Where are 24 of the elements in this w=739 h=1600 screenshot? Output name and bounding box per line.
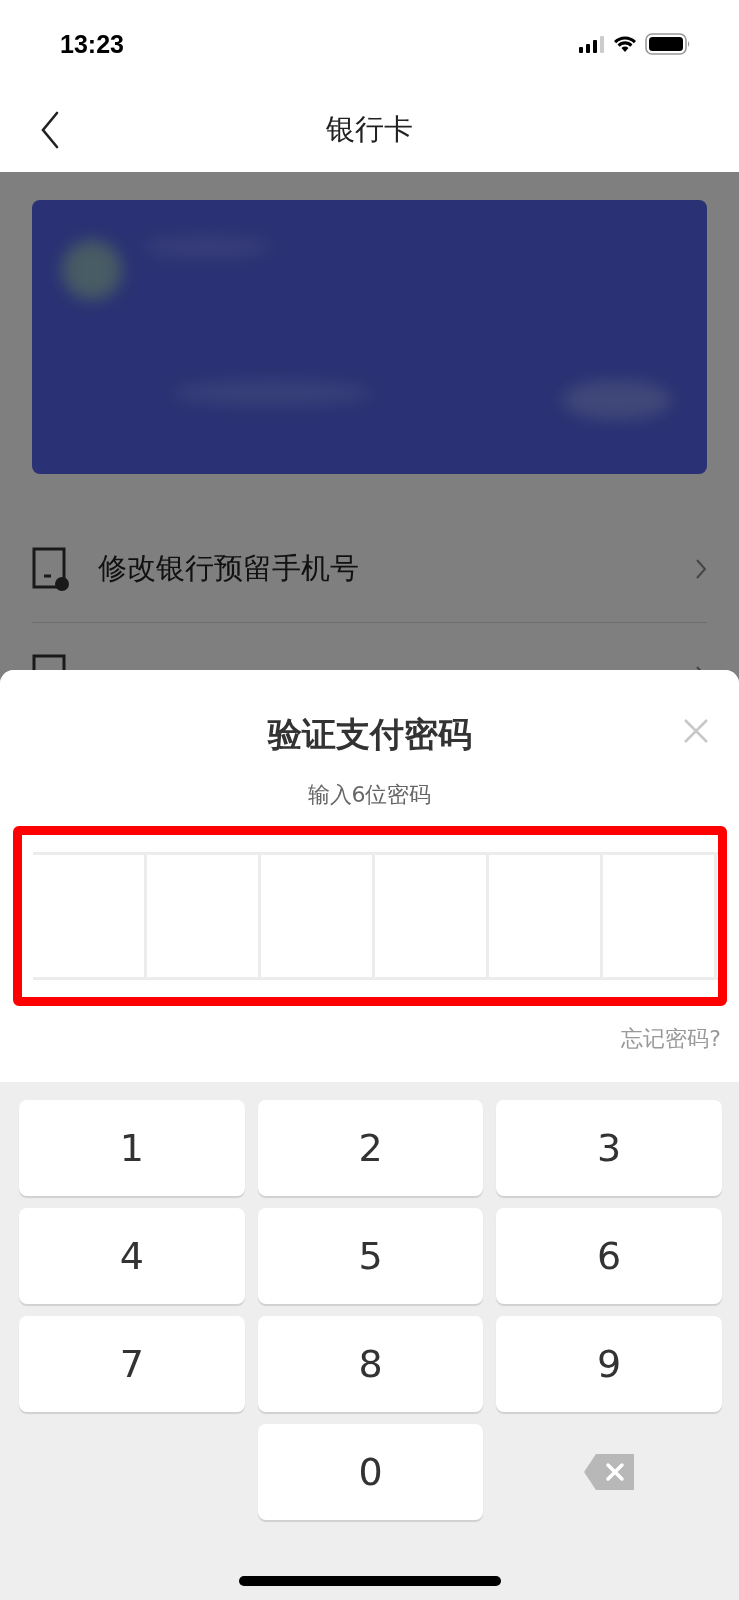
- page-title: 银行卡: [326, 111, 413, 148]
- status-time: 13:23: [60, 29, 124, 59]
- digit-key[interactable]: 7: [19, 1316, 245, 1412]
- close-icon[interactable]: [683, 718, 709, 744]
- pin-field[interactable]: [32, 852, 718, 980]
- signal-icon: [579, 35, 605, 53]
- wifi-icon: [613, 35, 637, 53]
- digit-key[interactable]: 5: [257, 1208, 484, 1304]
- digit-key[interactable]: 2: [257, 1100, 484, 1196]
- digit-key[interactable]: 3: [496, 1100, 722, 1196]
- phone-card-icon: [32, 547, 70, 591]
- digit-key[interactable]: 8: [257, 1316, 484, 1412]
- digit-key[interactable]: 0: [257, 1424, 484, 1520]
- back-icon[interactable]: [40, 111, 60, 149]
- menu-item[interactable]: 修改银行预留手机号: [98, 549, 667, 589]
- dialog-title: 验证支付密码: [267, 713, 472, 756]
- digit-key[interactable]: 6: [496, 1208, 722, 1304]
- chevron-icon: [695, 558, 707, 580]
- digit-key[interactable]: 4: [19, 1208, 245, 1304]
- backspace-icon[interactable]: [584, 1454, 635, 1490]
- digit-key[interactable]: 9: [496, 1316, 722, 1412]
- digit-key[interactable]: 1: [19, 1100, 245, 1196]
- battery-icon: [645, 33, 691, 55]
- dialog-subtitle: 输入6位密码: [307, 781, 432, 809]
